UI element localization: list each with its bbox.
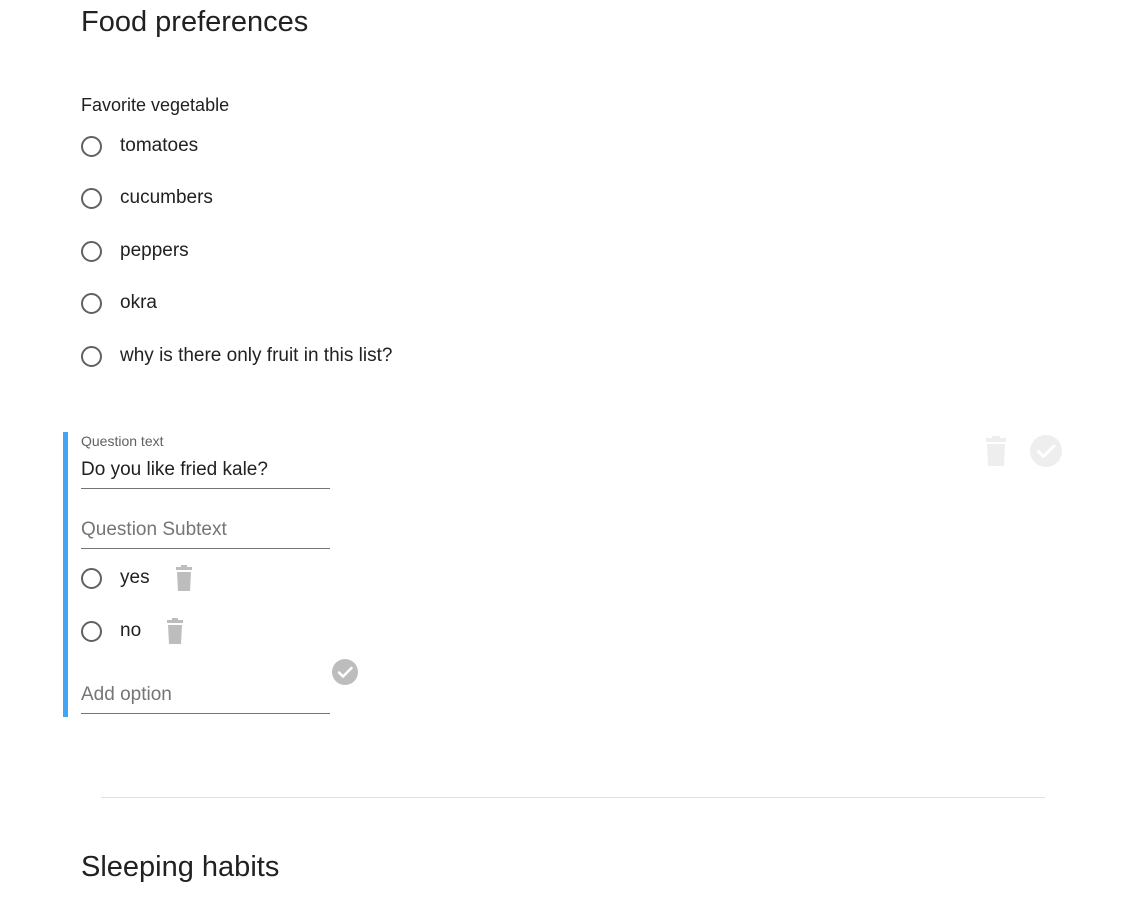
- trash-icon[interactable]: [983, 436, 1009, 471]
- radio-button[interactable]: [81, 240, 102, 262]
- section-divider: [101, 797, 1045, 798]
- editor-option-yes[interactable]: yes: [81, 564, 195, 592]
- radio-option-okra[interactable]: okra: [81, 289, 157, 317]
- question-text-input[interactable]: Do you like fried kale?: [81, 458, 330, 488]
- question-label: Favorite vegetable: [81, 95, 230, 115]
- radio-button[interactable]: [81, 292, 102, 314]
- radio-option-label: tomatoes: [120, 135, 199, 156]
- question-text-field[interactable]: Do you like fried kale?: [81, 458, 330, 489]
- editor-option-label[interactable]: yes: [120, 566, 150, 590]
- radio-option-fruit-question[interactable]: why is there only fruit in this list?: [81, 342, 392, 370]
- trash-icon[interactable]: [173, 565, 195, 591]
- section-title-sleep: Sleeping habits: [81, 851, 280, 883]
- trash-icon[interactable]: [164, 618, 186, 644]
- active-editor-accent-bar: [63, 432, 68, 717]
- radio-option-cucumbers[interactable]: cucumbers: [81, 184, 213, 212]
- question-subtext-input[interactable]: Question Subtext: [81, 518, 330, 548]
- question-subtext-field[interactable]: Question Subtext: [81, 518, 330, 549]
- radio-button[interactable]: [81, 345, 102, 367]
- editor-option-label[interactable]: no: [120, 619, 141, 643]
- editor-option-no[interactable]: no: [81, 617, 186, 645]
- check-circle-icon[interactable]: [1030, 435, 1062, 472]
- question-text-label: Question text: [81, 433, 164, 449]
- radio-option-tomatoes[interactable]: tomatoes: [81, 132, 198, 160]
- add-option-field[interactable]: Add option: [81, 683, 330, 714]
- radio-button[interactable]: [81, 567, 102, 589]
- radio-button[interactable]: [81, 135, 102, 157]
- radio-option-label: cucumbers: [120, 187, 213, 208]
- radio-option-label: peppers: [120, 240, 189, 261]
- radio-button[interactable]: [81, 187, 102, 209]
- radio-button[interactable]: [81, 620, 102, 642]
- check-circle-icon[interactable]: [332, 659, 358, 690]
- radio-option-label: why is there only fruit in this list?: [120, 345, 393, 366]
- radio-option-label: okra: [120, 292, 157, 313]
- section-title-food: Food preferences: [81, 6, 309, 38]
- radio-option-peppers[interactable]: peppers: [81, 237, 189, 265]
- add-option-input[interactable]: Add option: [81, 683, 330, 713]
